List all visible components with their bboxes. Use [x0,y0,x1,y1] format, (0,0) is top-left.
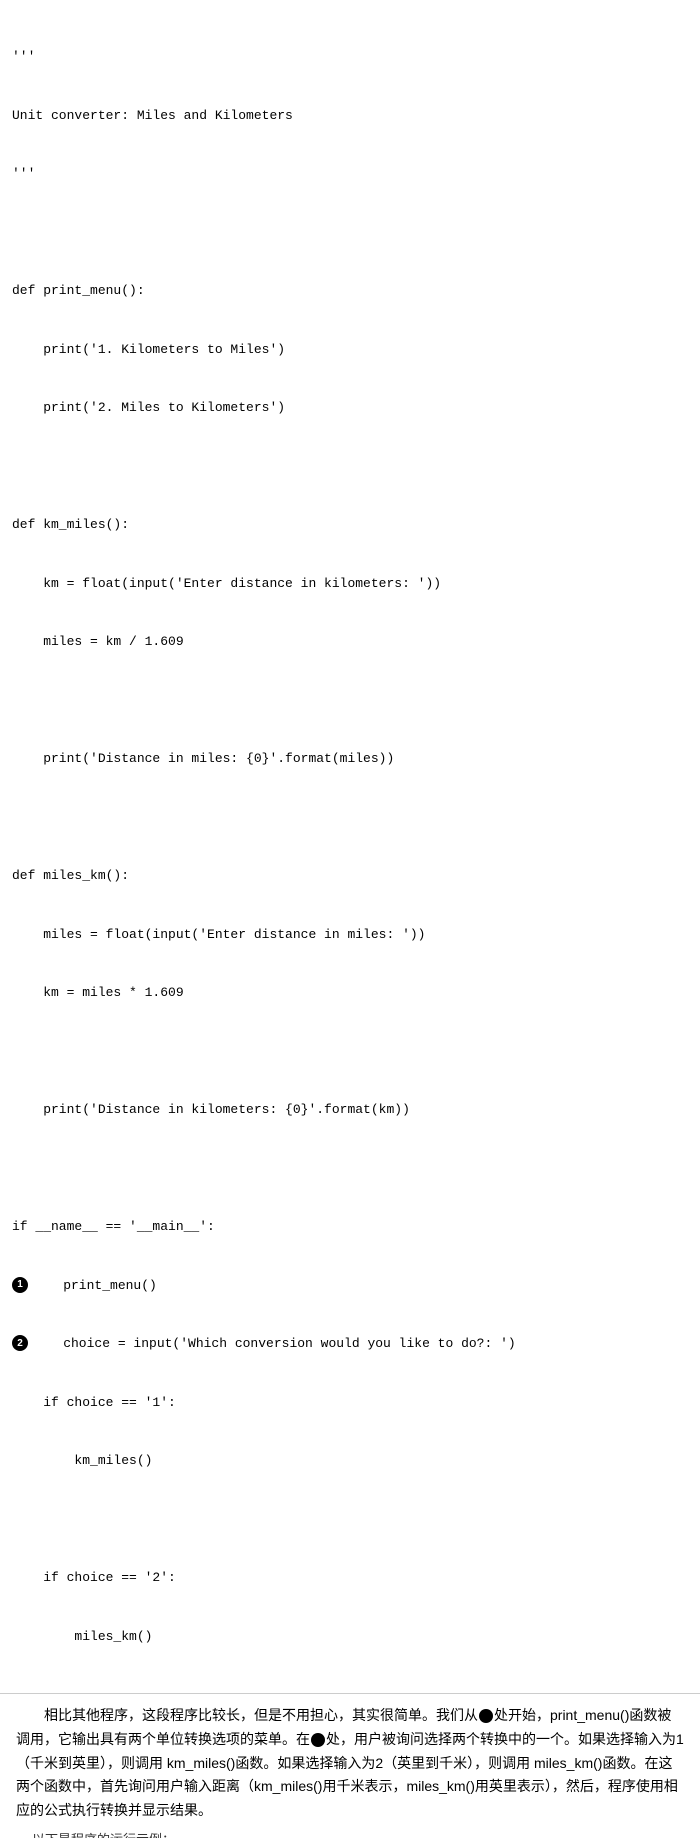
marker1-line: print_menu() [32,1276,157,1296]
code-line-blank2 [12,457,688,477]
code-line-kmmiles2: miles = km / 1.609 [12,632,688,652]
code-line-marker1: 1 print_menu() [12,1276,688,1296]
code-block: ''' Unit converter: Miles and Kilometers… [12,8,688,1685]
marker-2: 2 [12,1335,28,1351]
if-choice2: if choice == '2': [12,1568,176,1588]
sub-label-1: 以下是程序的运行示例： [16,1829,684,1838]
code-line-ifchoice2: if choice == '2': [12,1568,688,1588]
miles-km-line1: miles = float(input('Enter distance in m… [12,925,425,945]
code-line-printmenu2: print('2. Miles to Kilometers') [12,398,688,418]
km-miles-call: km_miles() [12,1451,152,1471]
print-menu-def: def print_menu(): [12,281,145,301]
miles-km-line3: print('Distance in kilometers: {0}'.form… [12,1100,410,1120]
code-line-blank5 [12,1042,688,1062]
code-line-mileskm-call: miles_km() [12,1627,688,1647]
explanation-paragraph-1: 相比其他程序，这段程序比较长，但是不用担心，其实很简单。我们从1处开始，prin… [16,1704,684,1823]
km-miles-line1: km = float(input('Enter distance in kilo… [12,574,441,594]
code-line-mileskm-def: def miles_km(): [12,866,688,886]
if-choice1: if choice == '1': [12,1393,176,1413]
circle-marker-2: 2 [311,1733,325,1747]
docstring-open: ''' [12,47,35,67]
code-line-kmmiles-def: def km_miles(): [12,515,688,535]
marker-1: 1 [12,1277,28,1293]
code-line-blank3 [12,691,688,711]
print-menu-line2: print('2. Miles to Kilometers') [12,398,285,418]
code-line-docclose: ''' [12,164,688,184]
code-line-mileskm1: miles = float(input('Enter distance in m… [12,925,688,945]
marker2-line: choice = input('Which conversion would y… [32,1334,516,1354]
miles-km-line2: km = miles * 1.609 [12,983,184,1003]
code-line-blank7 [12,1510,688,1530]
code-line-docopen: ''' [12,47,688,67]
miles-km-call: miles_km() [12,1627,152,1647]
code-line-marker2: 2 choice = input('Which conversion would… [12,1334,688,1354]
code-line-printmenu-def: def print_menu(): [12,281,688,301]
code-line-kmmiles3: print('Distance in miles: {0}'.format(mi… [12,749,688,769]
code-section: ''' Unit converter: Miles and Kilometers… [0,0,700,1694]
circle-marker-1: 1 [479,1709,493,1723]
main-check: if __name__ == '__main__': [12,1217,215,1237]
explanation-text-1: 相比其他程序，这段程序比较长，但是不用担心，其实很简单。我们从1处开始，prin… [16,1704,684,1838]
docstring-close: ''' [12,164,35,184]
km-miles-def: def km_miles(): [12,515,129,535]
code-line-mileskm2: km = miles * 1.609 [12,983,688,1003]
km-miles-line2: miles = km / 1.609 [12,632,184,652]
code-line-maincheck: if __name__ == '__main__': [12,1217,688,1237]
code-line-printmenu1: print('1. Kilometers to Miles') [12,340,688,360]
code-line-doctitle: Unit converter: Miles and Kilometers [12,106,688,126]
page-container: ''' Unit converter: Miles and Kilometers… [0,0,700,1838]
code-line-kmmiles-call: km_miles() [12,1451,688,1471]
code-line-blank1 [12,223,688,243]
code-line-ifchoice1: if choice == '1': [12,1393,688,1413]
explanation-section-1: 相比其他程序，这段程序比较长，但是不用担心，其实很简单。我们从1处开始，prin… [0,1694,700,1838]
code-line-blank4 [12,808,688,828]
docstring-title: Unit converter: Miles and Kilometers [12,106,293,126]
code-line-blank6 [12,1159,688,1179]
km-miles-line3: print('Distance in miles: {0}'.format(mi… [12,749,394,769]
code-line-kmmiles1: km = float(input('Enter distance in kilo… [12,574,688,594]
miles-km-def: def miles_km(): [12,866,129,886]
code-line-mileskm3: print('Distance in kilometers: {0}'.form… [12,1100,688,1120]
print-menu-line1: print('1. Kilometers to Miles') [12,340,285,360]
